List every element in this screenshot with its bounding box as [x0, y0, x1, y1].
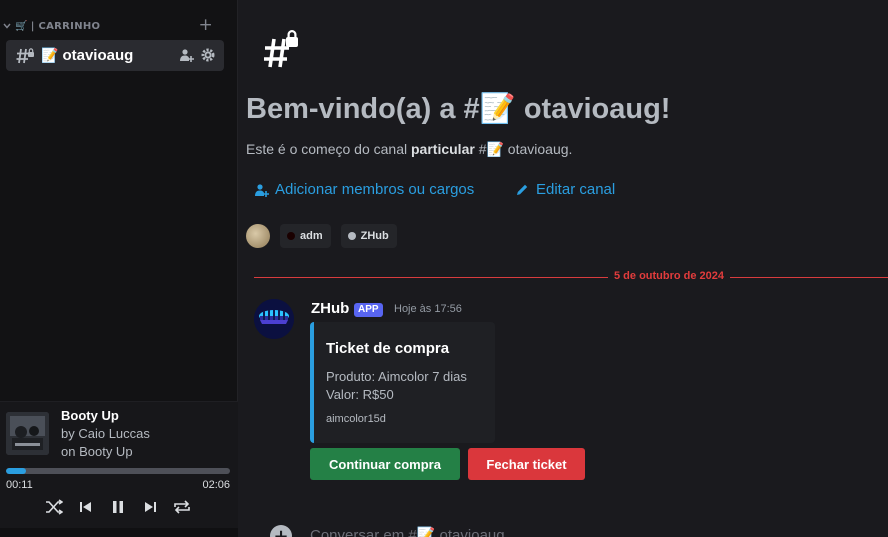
pencil-icon: [514, 182, 530, 198]
embed-footer: aimcolor15d: [326, 413, 386, 425]
role-name: ZHub: [360, 230, 389, 242]
album-cover: [6, 412, 49, 455]
intro-bold: particular: [411, 141, 475, 157]
role-pill-zhub[interactable]: ZHub: [340, 224, 397, 248]
role-name: adm: [300, 230, 323, 242]
channel-intro: Este é o começo do canal particular #📝 o…: [246, 141, 572, 158]
role-color-dot: [287, 232, 295, 240]
track-title: Booty Up: [61, 408, 119, 423]
track-artist: by Caio Luccas: [61, 426, 150, 441]
add-member-icon: [253, 182, 269, 198]
message-author[interactable]: ZHub: [311, 300, 349, 317]
add-members-label: Adicionar membros ou cargos: [275, 181, 475, 198]
music-player: Booty Up by Caio Luccas on Booty Up 00:1…: [0, 401, 238, 528]
welcome-heading: Bem-vindo(a) a #📝 otavioaug!: [246, 93, 671, 125]
edit-channel-label: Editar canal: [536, 181, 616, 198]
edit-channel-button[interactable]: Editar canal: [514, 181, 615, 198]
continue-purchase-button[interactable]: Continuar compra: [310, 448, 460, 480]
channel-name: otavioaug: [62, 47, 134, 64]
intro-text: Este é o começo do canal: [246, 141, 411, 157]
app-badge: APP: [354, 303, 383, 317]
add-channel-button[interactable]: +: [198, 15, 213, 35]
total-time: 02:06: [202, 479, 230, 491]
gear-icon[interactable]: [200, 47, 216, 63]
next-track-icon[interactable]: [140, 497, 160, 517]
message-timestamp: Hoje às 17:56: [394, 303, 462, 315]
current-time: 00:11: [6, 479, 33, 491]
embed-title: Ticket de compra: [326, 340, 450, 357]
add-attachment-icon[interactable]: +: [270, 525, 292, 537]
progress-fill: [6, 468, 27, 474]
message-composer[interactable]: + Conversar em #📝 otavioaug: [246, 515, 888, 537]
shuffle-icon[interactable]: [44, 497, 64, 517]
avatar[interactable]: [254, 299, 294, 339]
repeat-icon[interactable]: [172, 497, 192, 517]
previous-track-icon[interactable]: [76, 497, 96, 517]
channel-sidebar: 🛒 | CARRINHO + 📝 otavioaug Booty Up by C…: [0, 0, 238, 537]
add-members-button[interactable]: Adicionar membros ou cargos: [253, 181, 474, 198]
avatar[interactable]: [246, 224, 270, 248]
close-ticket-button[interactable]: Fechar ticket: [468, 448, 585, 480]
private-channel-icon: [15, 46, 35, 66]
user-panel-edge: [0, 528, 238, 537]
category-header[interactable]: 🛒 | CARRINHO +: [2, 15, 224, 35]
date-divider-line: [254, 277, 888, 278]
chevron-down-icon: [2, 21, 12, 31]
playback-progress-bar[interactable]: [6, 468, 230, 474]
track-album: on Booty Up: [61, 444, 133, 459]
intro-text-end: #📝 otavioaug.: [474, 141, 573, 157]
category-label: | CARRINHO: [30, 20, 101, 32]
role-pill-adm[interactable]: adm: [280, 224, 331, 248]
embed-value: Valor: R$50: [326, 387, 394, 402]
private-channel-icon: [261, 30, 303, 72]
embed-product: Produto: Aimcolor 7 dias: [326, 369, 467, 384]
date-divider: 5 de outubro de 2024: [608, 270, 731, 282]
shopping-cart-icon: 🛒: [15, 20, 28, 32]
add-member-icon[interactable]: [178, 47, 194, 63]
chat-area: Bem-vindo(a) a #📝 otavioaug! Este é o co…: [238, 0, 888, 537]
role-color-dot: [347, 232, 356, 240]
channel-item-otavioaug[interactable]: 📝 otavioaug: [6, 40, 224, 71]
memo-emoji: 📝: [41, 47, 59, 64]
channel-members: adm ZHub: [246, 224, 397, 248]
message-input[interactable]: Conversar em #📝 otavioaug: [310, 526, 505, 537]
ticket-embed: Ticket de compra Produto: Aimcolor 7 dia…: [310, 322, 495, 443]
pause-icon[interactable]: [108, 497, 128, 517]
